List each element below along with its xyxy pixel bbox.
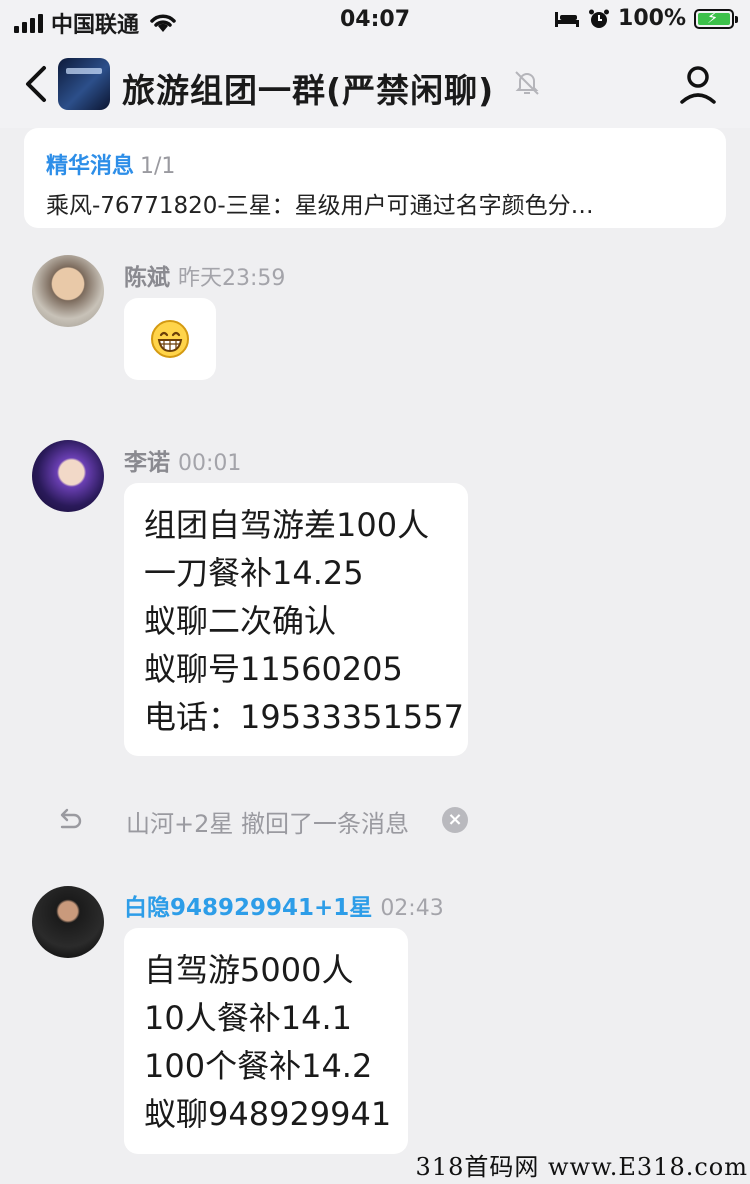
message-time: 00:01	[178, 451, 242, 476]
recall-notice: 山河+2星 撤回了一条消息 ×	[52, 800, 702, 842]
mute-bell-icon	[515, 71, 539, 95]
message-text: 组团自驾游差100人 一刀餐补14.25 蚁聊二次确认 蚁聊号11560205 …	[124, 483, 468, 759]
close-icon[interactable]: ×	[442, 807, 468, 833]
sender-name[interactable]: 李诺	[124, 450, 170, 476]
battery-icon: ⚡	[694, 8, 738, 29]
essence-header: 精华消息 1/1	[46, 148, 175, 180]
message-line: 蚁聊二次确认	[144, 602, 337, 640]
essence-text: 乘风-76771820-三星：星级用户可通过名字颜色分…	[46, 193, 594, 219]
battery-percent: 100%	[618, 6, 686, 31]
message-line: 组团自驾游差100人	[144, 506, 430, 544]
essence-message-card[interactable]: 精华消息 1/1 乘风-76771820-三星：星级用户可通过名字颜色分…	[24, 128, 726, 228]
message-sender: 李诺 00:01	[124, 443, 241, 477]
message-time: 昨天23:59	[178, 266, 286, 291]
message-bubble[interactable]: 组团自驾游差100人 一刀餐补14.25 蚁聊二次确认 蚁聊号11560205 …	[124, 483, 468, 756]
avatar[interactable]	[32, 886, 104, 958]
essence-count: 1/1	[140, 154, 176, 179]
avatar[interactable]	[32, 440, 104, 512]
group-title[interactable]: 旅游组团一群(严禁闲聊)	[122, 64, 494, 112]
undo-icon	[60, 808, 82, 829]
message-line: 一刀餐补14.25	[144, 554, 364, 592]
back-icon[interactable]	[22, 64, 52, 104]
message-line: 自驾游5000人	[144, 951, 354, 989]
message-line: 10人餐补14.1	[144, 999, 352, 1037]
recall-text: 山河+2星 撤回了一条消息	[126, 810, 410, 838]
sender-name[interactable]: 白隐948929941+1星	[124, 895, 372, 921]
message-bubble[interactable]	[124, 298, 216, 380]
message-sender: 陈斌 昨天23:59	[124, 258, 285, 292]
message-time: 02:43	[380, 896, 444, 921]
group-avatar[interactable]	[58, 58, 110, 110]
chat-header: 旅游组团一群(严禁闲聊)	[0, 42, 750, 128]
bed-icon	[555, 11, 580, 27]
grinning-emoji-icon	[151, 320, 189, 358]
profile-icon[interactable]	[678, 64, 718, 106]
message-line: 电话：19533351557	[144, 698, 464, 736]
avatar[interactable]	[32, 255, 104, 327]
sender-name[interactable]: 陈斌	[124, 265, 170, 291]
message-text: 自驾游5000人 10人餐补14.1 100个餐补14.2 蚁聊94892994…	[124, 928, 408, 1156]
message-sender: 白隐948929941+1星 02:43	[124, 888, 444, 922]
message-line: 100个餐补14.2	[144, 1047, 373, 1085]
essence-label: 精华消息	[46, 154, 135, 179]
watermark: 318首码网 www.E318.com	[415, 1153, 748, 1181]
message-line: 蚁聊号11560205	[144, 650, 403, 688]
status-bar: 中国联通 04:07 100% ⚡	[0, 0, 750, 42]
alarm-icon	[589, 9, 610, 28]
message-bubble[interactable]: 自驾游5000人 10人餐补14.1 100个餐补14.2 蚁聊94892994…	[124, 928, 408, 1154]
status-right: 100% ⚡	[554, 6, 738, 31]
message-line: 蚁聊948929941	[144, 1095, 392, 1133]
